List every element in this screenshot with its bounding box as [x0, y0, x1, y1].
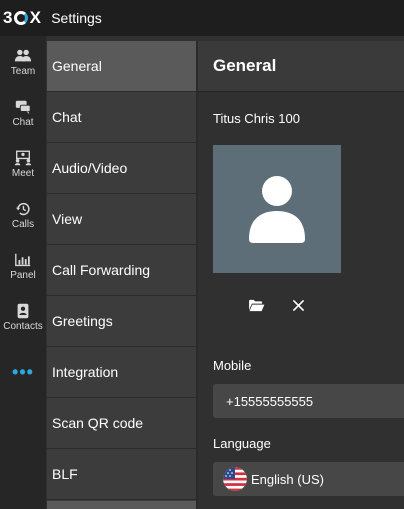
menu-item-general[interactable]: General [47, 41, 196, 92]
menu-item-view[interactable]: View [47, 194, 196, 245]
history-icon [16, 202, 30, 216]
logo-c-ring [13, 11, 28, 25]
rail-item-panel[interactable]: Panel [0, 240, 46, 290]
remove-picture-button[interactable] [287, 295, 309, 315]
rail-label-meet: Meet [11, 168, 35, 179]
more-options-button[interactable]: ••• [0, 362, 46, 383]
rail-item-contacts[interactable]: Contacts [0, 291, 46, 341]
language-label: Language [213, 436, 271, 451]
close-icon [292, 299, 304, 311]
us-flag-icon [223, 467, 247, 491]
rail-label-team: Team [10, 66, 36, 77]
contacts-icon [17, 303, 29, 319]
mobile-field[interactable]: +15555555555 [213, 384, 404, 418]
app-logo: 3 X [3, 8, 41, 28]
rail-item-team[interactable]: Team [0, 36, 46, 86]
window-title: Settings [51, 10, 102, 26]
general-settings-panel: General Titus Chris 100 Mobile +15555555… [198, 41, 404, 509]
menu-item-greetings[interactable]: Greetings [47, 296, 196, 347]
folder-open-icon [248, 299, 264, 311]
language-value: English (US) [251, 471, 324, 487]
menu-item-audio-video[interactable]: Audio/Video [47, 143, 196, 194]
menu-item-chat[interactable]: Chat [47, 92, 196, 143]
language-select[interactable]: English (US) [213, 462, 404, 496]
menu-item-integration[interactable]: Integration [47, 347, 196, 398]
menu-item-scan-qr-code[interactable]: Scan QR code [47, 398, 196, 449]
menu-next-item-edge [47, 501, 196, 509]
nav-rail: Team Chat Meet Calls Panel Contacts ••• [0, 36, 46, 509]
upload-picture-button[interactable] [245, 295, 267, 315]
settings-menu: General Chat Audio/Video View Call Forwa… [47, 41, 196, 509]
logo-x: X [29, 8, 42, 27]
avatar[interactable] [213, 145, 341, 273]
logo-number: 3 [3, 8, 13, 27]
mobile-label: Mobile [213, 358, 252, 373]
menu-item-call-forwarding[interactable]: Call Forwarding [47, 245, 196, 296]
rail-label-chat: Chat [12, 117, 34, 128]
rail-label-calls: Calls [11, 219, 35, 230]
user-display-name: Titus Chris 100 [213, 111, 300, 126]
team-icon [14, 49, 32, 62]
user-silhouette-icon [249, 176, 305, 243]
chat-icon [15, 100, 31, 115]
panel-icon [15, 253, 31, 267]
rail-item-meet[interactable]: Meet [0, 138, 46, 188]
rail-label-contacts: Contacts [3, 321, 43, 332]
menu-item-blf[interactable]: BLF [47, 449, 196, 500]
meet-icon [14, 150, 32, 166]
rail-item-chat[interactable]: Chat [0, 87, 46, 137]
rail-item-calls[interactable]: Calls [0, 189, 46, 239]
page-title: General [198, 41, 404, 92]
rail-label-panel: Panel [10, 270, 36, 281]
top-bar: 3 X Settings [0, 0, 404, 36]
picture-actions [245, 295, 309, 315]
